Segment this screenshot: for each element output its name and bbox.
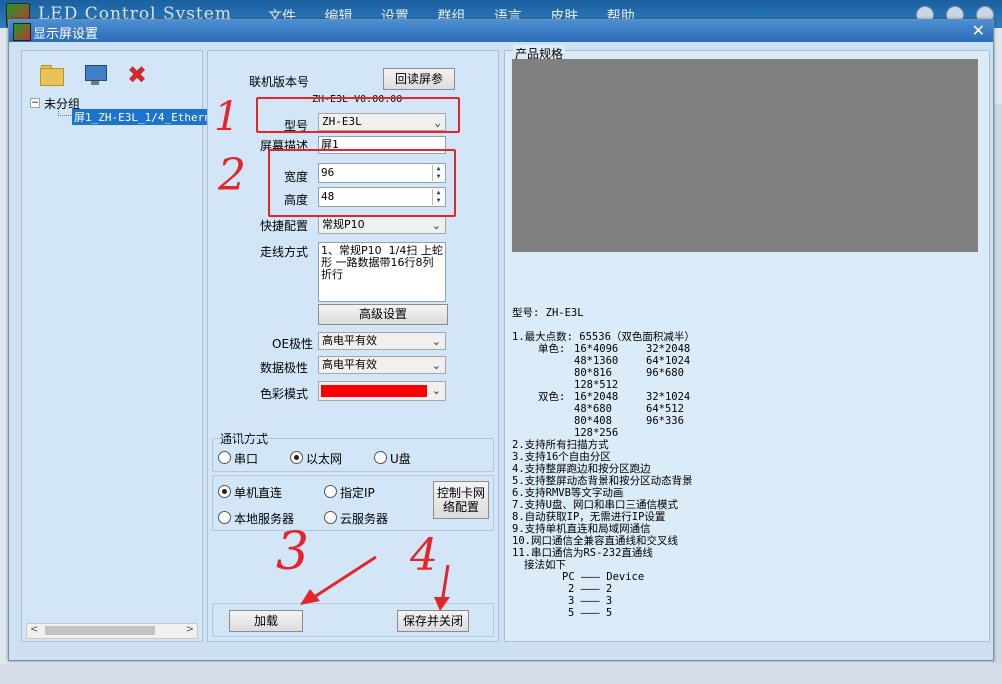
annotation-number-2: 2 [218,150,246,201]
version-label: 联机版本号 [249,75,310,89]
scroll-right-icon[interactable]: > [186,624,194,635]
spec-size: 16*4096 [574,343,619,355]
quick-config-label: 快捷配置 [260,219,309,233]
annotation-box-model [256,97,460,133]
spec-feature: 3.支持16个自由分区 [512,451,611,463]
tree-item-screen1[interactable]: 屏1_ZH-E3L_1/4_Ethernet [72,109,227,125]
scroll-left-icon[interactable]: < [30,624,38,635]
chevron-down-icon: ⌄ [431,384,441,397]
spec-pin-header: PC ——— Device [562,571,645,583]
dialog-app-icon [13,23,31,41]
annotation-arrow-3 [307,555,377,603]
spec-feature: 6.支持RMVB等文字动画 [512,487,624,499]
tree-horizontal-scrollbar[interactable]: < > [26,623,198,639]
spec-pin: 2 ——— 2 [568,583,613,595]
spec-size: 80*816 [574,367,612,379]
oe-polarity-value: 高电平有效 [322,334,377,347]
screen-tree-panel: ✖ − 未分组 屏1_ZH-E3L_1/4_Ethernet < > [21,50,227,642]
spec-feature: 11.串口通信为RS-232直通线 [512,547,653,559]
data-polarity-value: 高电平有效 [322,358,377,371]
data-polarity-select[interactable]: 高电平有效 ⌄ [318,356,446,374]
ethernet-label: 以太网 [306,452,343,466]
monitor-icon[interactable] [84,64,107,86]
spec-size: 128*256 [574,427,619,439]
wiring-label: 走线方式 [260,245,309,259]
spec-size: 128*512 [574,379,619,391]
spec-size: 48*1360 [574,355,619,367]
tree-connector [58,105,71,116]
spec-feature: 9.支持单机直连和局域网通信 [512,523,651,535]
radio-serial[interactable] [218,451,231,464]
serial-label: 串口 [234,452,259,466]
color-mode-label: 色彩模式 [260,387,309,401]
radio-udisk[interactable] [374,451,387,464]
direct-label: 单机直连 [234,486,283,500]
dialog-close-icon[interactable]: ✕ [972,21,985,40]
oe-polarity-select[interactable]: 高电平有效 ⌄ [318,332,446,350]
radio-fixed-ip[interactable] [324,485,337,498]
collapse-icon[interactable]: − [30,98,40,108]
spec-feature: 5.支持整屏动态背景和按分区动态背景 [512,475,693,487]
chevron-down-icon: ⌄ [431,335,441,348]
readback-params-button[interactable]: 回读屏参 [383,68,455,90]
wiring-textarea[interactable]: 1、常规P10 1/4扫 上蛇形 一路数据带16行8列折行 [318,242,446,302]
radio-local-server[interactable] [218,511,231,524]
chevron-down-icon: ⌄ [431,219,441,232]
annotation-number-1: 1 [214,94,240,140]
oe-polarity-label: OE极性 [272,337,314,351]
annotation-arrowhead-3 [300,589,320,605]
spec-size: 16*2048 [574,391,619,403]
spec-feature: 4.支持整屏跑边和按分区跑边 [512,463,651,475]
spec-feature: 8.自动获取IP，无需进行IP设置 [512,511,666,523]
chevron-down-icon: ⌄ [431,359,441,372]
quick-config-select[interactable]: 常规P10 ⌄ [318,216,446,234]
annotation-arrowhead-4 [434,597,450,611]
quick-config-value: 常规P10 [322,218,365,231]
spec-size: 32*1024 [646,391,691,403]
spec-pin: 5 ——— 5 [568,607,613,619]
radio-ethernet[interactable] [290,451,303,464]
spec-size: 48*680 [574,403,612,415]
spec-wiring-intro: 接法如下 [524,559,566,571]
spec-double-label: 双色: [538,391,566,403]
spec-size: 64*512 [646,403,684,415]
radio-direct[interactable] [218,485,231,498]
radio-cloud-server[interactable] [324,511,337,524]
spec-feature: 7.支持U盘、网口和串口三通信模式 [512,499,678,511]
folder-icon[interactable] [40,64,64,86]
spec-feature: 10.网口通信全兼容直通线和交叉线 [512,535,678,547]
color-swatch [321,385,427,397]
delete-icon[interactable]: ✖ [126,63,148,87]
spec-single-label: 单色: [538,343,566,355]
spec-size: 96*336 [646,415,684,427]
annotation-arrows [300,555,450,611]
product-preview-image [512,59,978,252]
spec-max-points: 1.最大点数: 65536（双色面积减半） [512,331,695,343]
dialog-titlebar: 显示屏设置 ✕ [9,20,993,42]
dialog-title: 显示屏设置 [33,27,99,42]
card-network-config-button[interactable]: 控制卡网络配置 [433,481,489,519]
spec-size: 80*408 [574,415,612,427]
fixed-ip-label: 指定IP [340,486,375,500]
color-mode-select[interactable]: ⌄ [318,381,446,401]
screen-settings-dialog: 显示屏设置 ✕ ✖ − 未分组 屏1_ZH-E3L_1/4_Ethernet <… [8,19,994,661]
spec-feature: 2.支持所有扫描方式 [512,439,609,451]
udisk-label: U盘 [390,452,411,466]
spec-size: 32*2048 [646,343,691,355]
spec-size: 96*680 [646,367,684,379]
spec-pin: 3 ——— 3 [568,595,613,607]
annotation-box-size [268,149,456,217]
background-statusbar [0,664,1002,684]
advanced-settings-button[interactable]: 高级设置 [318,304,448,325]
data-polarity-label: 数据极性 [260,361,309,375]
spec-size: 64*1024 [646,355,691,367]
cloud-server-label: 云服务器 [340,512,389,526]
scrollbar-thumb[interactable] [45,626,155,635]
product-spec-panel: 产品规格 型号: ZH-E3L 1.最大点数: 65536（双色面积减半） 单色… [504,45,990,642]
spec-model: 型号: ZH-E3L [512,307,584,319]
